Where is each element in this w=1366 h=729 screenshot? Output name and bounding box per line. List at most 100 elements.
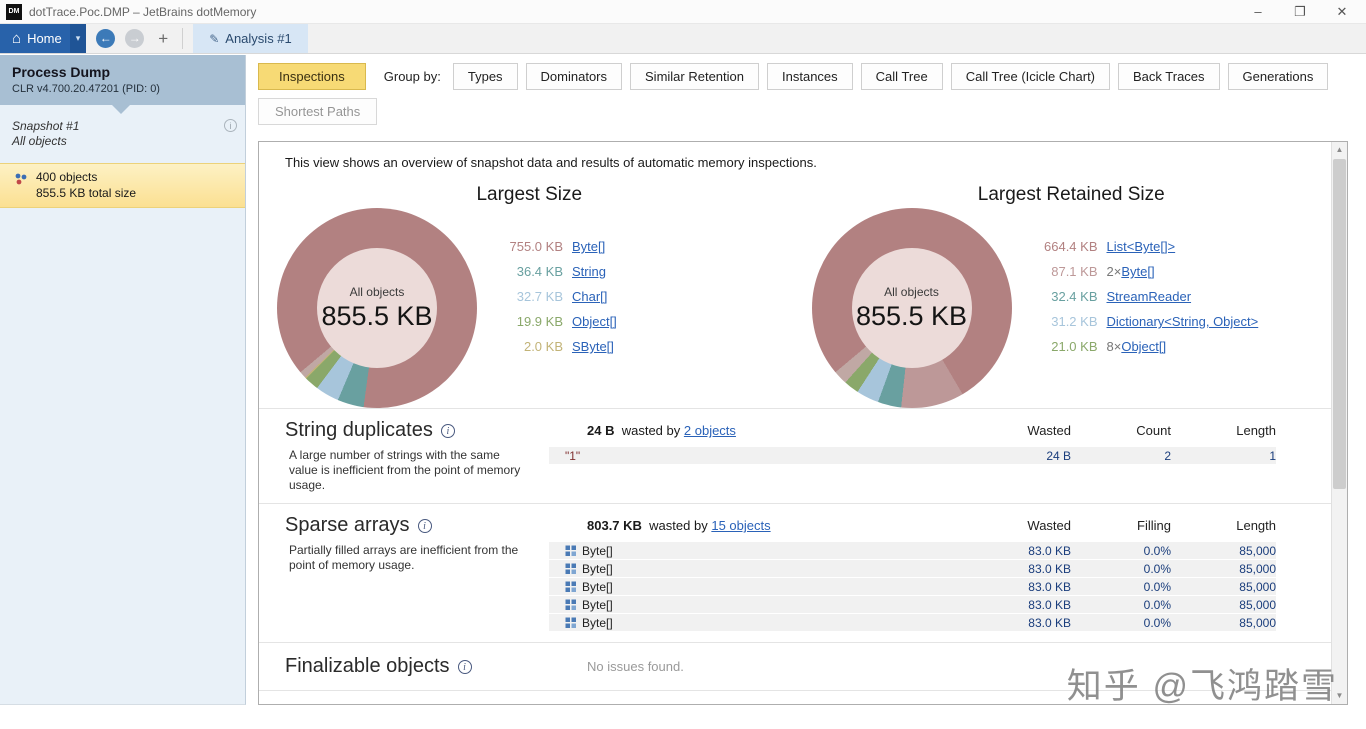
forward-button[interactable]: → — [125, 29, 145, 48]
table-row[interactable]: Byte[] 83.0 KB 0.0% 85,000 — [549, 596, 1276, 613]
cell-value: 0.0% — [1143, 579, 1171, 594]
cell-value: 85,000 — [1239, 543, 1276, 558]
row-name: Byte[] — [549, 598, 961, 612]
sidebar-item-all-objects[interactable]: 400 objects 855.5 KB total size — [0, 163, 245, 208]
type-link[interactable]: Dictionary<String, Object> — [1107, 314, 1259, 329]
cell-value: 85,000 — [1239, 615, 1276, 630]
table-row[interactable]: Byte[] 83.0 KB 0.0% 85,000 — [549, 542, 1276, 559]
legend-label: Dictionary<String, Object> — [1107, 309, 1259, 334]
tab-call-tree-icicle-chart-[interactable]: Call Tree (Icicle Chart) — [950, 63, 1111, 90]
tab-call-tree[interactable]: Call Tree — [860, 63, 943, 90]
donut-center-value: 855.5 KB — [321, 300, 433, 331]
home-label: Home — [27, 31, 62, 46]
minimize-button[interactable]: – — [1250, 4, 1266, 20]
array-icon — [565, 599, 577, 611]
tab-analysis-1[interactable]: ✎ Analysis #1 — [193, 24, 308, 53]
tab-types[interactable]: Types — [452, 63, 518, 90]
legend-value: 87.1 KB — [1051, 264, 1098, 279]
objects-link[interactable]: 15 objects — [711, 518, 770, 533]
type-link[interactable]: List<Byte[]> — [1107, 239, 1176, 254]
section-summary: 24 B wasted by 2 objects — [587, 423, 961, 438]
chart-title: Largest Size — [476, 184, 583, 205]
inspections-panel: This view shows an overview of snapshot … — [258, 141, 1348, 705]
legend-item: 31.2 KB Dictionary<String, Object> — [1034, 309, 1259, 334]
tab-dominators[interactable]: Dominators — [525, 63, 623, 90]
tab-generations[interactable]: Generations — [1227, 63, 1329, 90]
snapshot-block: Snapshot #1 All objects i — [0, 105, 245, 155]
legend-value: 2.0 KB — [523, 339, 563, 354]
type-link[interactable]: Object[] — [1121, 339, 1166, 354]
toolbar-divider — [182, 28, 184, 49]
legend-item: 755.0 KB Byte[] — [499, 234, 617, 259]
row-name: Byte[] — [549, 544, 961, 558]
chart-legend: 755.0 KB Byte[] 36.4 KB String 32.7 KB Char[]… — [499, 234, 617, 408]
process-dump-header: Process Dump CLR v4.700.20.47201 (PID: 0… — [0, 55, 245, 114]
legend-label: StreamReader — [1107, 284, 1192, 309]
legend-value: 21.0 KB — [1051, 339, 1098, 354]
type-link[interactable]: Byte[] — [572, 239, 605, 254]
legend-item: 36.4 KB String — [499, 259, 617, 284]
tab-similar-retention[interactable]: Similar Retention — [630, 63, 760, 90]
scroll-up-icon[interactable]: ▲ — [1332, 142, 1347, 158]
back-button[interactable]: ← — [96, 29, 116, 48]
multiplier-prefix: 8× — [1106, 339, 1122, 354]
snapshot-info-icon[interactable]: i — [224, 119, 237, 132]
row-name: Byte[] — [549, 580, 961, 594]
objects-link[interactable]: 2 objects — [684, 423, 736, 438]
charts-row: Largest Size All objects 855.5 KB 755.0 … — [259, 184, 1331, 408]
tab-inspections[interactable]: Inspections — [258, 63, 366, 90]
legend-item: 87.1 KB 2×Byte[] — [1034, 259, 1259, 284]
donut-center-value: 855.5 KB — [855, 300, 968, 331]
legend-item: 19.9 KB Object[] — [499, 309, 617, 334]
table-row[interactable]: Byte[] 83.0 KB 0.0% 85,000 — [549, 560, 1276, 577]
info-icon[interactable]: i — [457, 660, 472, 674]
home-dropdown-button[interactable]: ▾ — [69, 24, 87, 53]
type-link[interactable]: StreamReader — [1107, 289, 1192, 304]
cell-value: 85,000 — [1239, 597, 1276, 612]
view-tabbar-row2: Shortest Paths — [246, 90, 1366, 125]
legend-item: 21.0 KB 8×Object[] — [1034, 334, 1259, 359]
maximize-button[interactable]: ❐ — [1292, 4, 1308, 20]
overview-note: This view shows an overview of snapshot … — [285, 155, 817, 170]
legend-label: String — [572, 259, 606, 284]
type-link[interactable]: Char[] — [572, 289, 607, 304]
back-icon: ← — [99, 31, 112, 45]
tab-back-traces[interactable]: Back Traces — [1118, 63, 1220, 90]
tab-shortest-paths[interactable]: Shortest Paths — [258, 98, 378, 125]
info-icon[interactable]: i — [417, 519, 432, 533]
type-link[interactable]: Byte[] — [1121, 264, 1154, 279]
type-link[interactable]: SByte[] — [572, 339, 614, 354]
legend-label: List<Byte[]> — [1107, 234, 1176, 259]
column-header: Wasted — [1027, 423, 1071, 438]
wasted-amount: 24 B — [587, 423, 615, 438]
column-header: Wasted — [1027, 518, 1071, 533]
new-analysis-button[interactable]: + — [154, 29, 172, 49]
column-header: Length — [1236, 423, 1276, 438]
column-header: Length — [1236, 518, 1276, 533]
table-row[interactable]: Byte[] 83.0 KB 0.0% 85,000 — [549, 614, 1276, 631]
donut-center: All objects 855.5 KB — [317, 248, 437, 368]
array-icon — [565, 617, 577, 629]
home-icon: ⌂ — [12, 30, 22, 47]
section-summary: 803.7 KB wasted by 15 objects — [587, 518, 961, 533]
analysis-tab-label: Analysis #1 — [225, 31, 292, 46]
cell-value: 83.0 KB — [1028, 615, 1071, 630]
type-link[interactable]: String — [572, 264, 606, 279]
close-button[interactable]: ✕ — [1334, 4, 1350, 20]
scrollbar-thumb[interactable] — [1333, 159, 1346, 489]
snapshot-name: Snapshot #1 — [12, 119, 80, 133]
legend-value: 36.4 KB — [516, 264, 563, 279]
forward-icon: → — [128, 31, 141, 45]
tab-instances[interactable]: Instances — [767, 63, 853, 90]
cell-value: 24 B — [1046, 448, 1071, 463]
home-button[interactable]: ⌂ Home — [0, 24, 70, 53]
info-icon[interactable]: i — [440, 424, 455, 438]
string-duplicates-table: "1" 24 B 2 1 — [547, 444, 1331, 503]
string-duplicates-section: String duplicates i 24 B wasted by 2 obj… — [259, 408, 1331, 503]
table-row[interactable]: Byte[] 83.0 KB 0.0% 85,000 — [549, 578, 1276, 595]
type-link[interactable]: Object[] — [572, 314, 617, 329]
table-row[interactable]: "1" 24 B 2 1 — [549, 447, 1276, 464]
legend-value: 19.9 KB — [516, 314, 563, 329]
cell-value: 2 — [1164, 448, 1171, 463]
vertical-scrollbar[interactable]: ▲ ▼ — [1331, 142, 1347, 704]
